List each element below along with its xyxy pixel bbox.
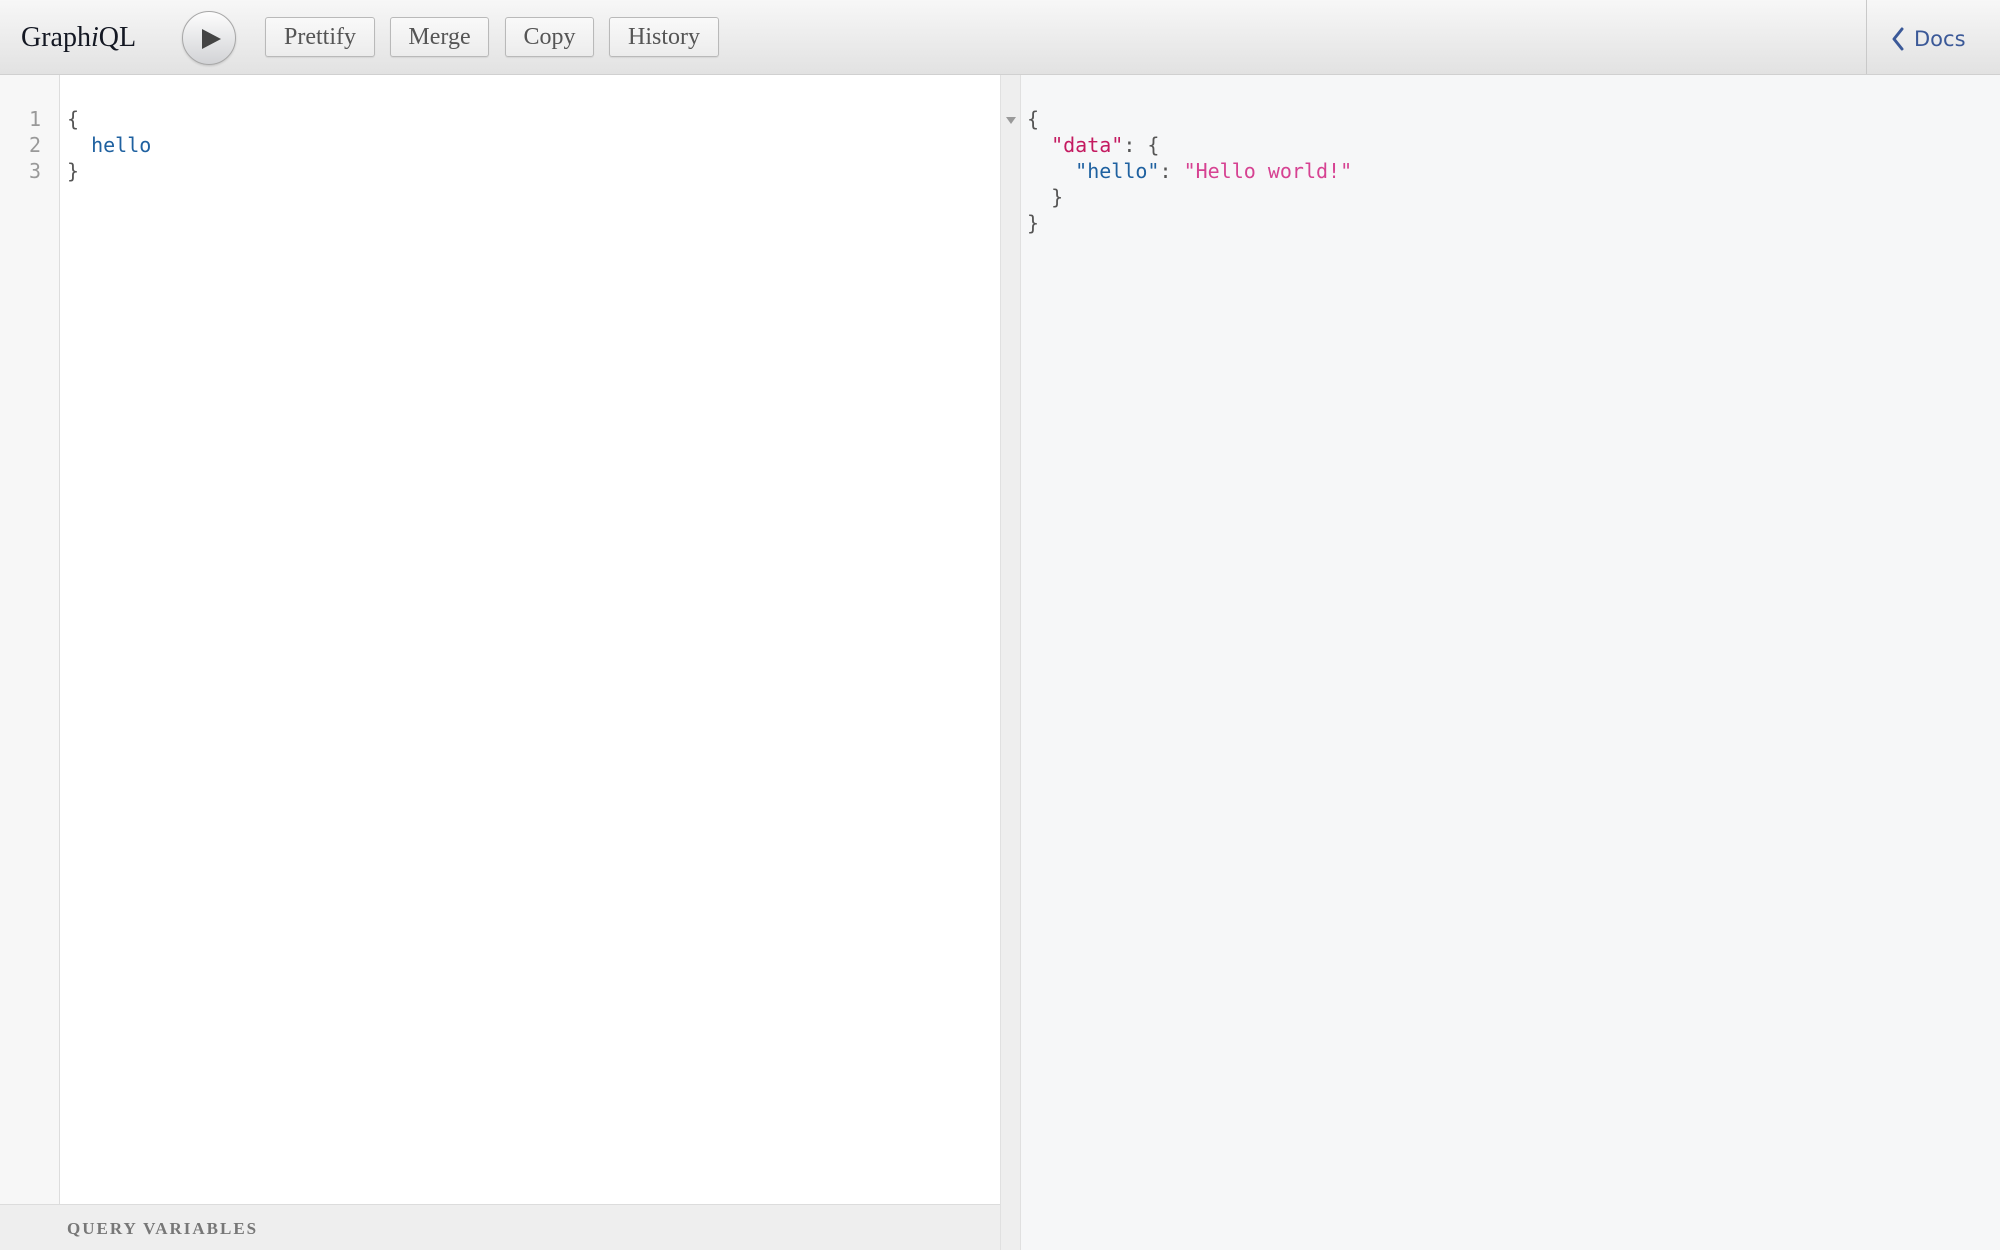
code-line[interactable]: hello xyxy=(67,132,151,158)
result-key-data: "data" xyxy=(1051,133,1124,157)
query-field-hello[interactable]: hello xyxy=(67,133,151,157)
query-variables-title: Query Variables xyxy=(67,1219,259,1238)
app-title: GraphiQL xyxy=(21,20,136,56)
result-punct: : xyxy=(1159,159,1184,183)
copy-button[interactable]: Copy xyxy=(505,17,594,57)
line-number: 2 xyxy=(28,133,41,157)
result-line: "hello": "Hello world!" xyxy=(1027,158,1352,184)
code-line[interactable]: { xyxy=(67,106,79,132)
result-value-hello: "Hello world!" xyxy=(1183,159,1353,183)
code-line[interactable]: } xyxy=(67,158,79,184)
result-line: { xyxy=(1027,107,1040,131)
query-editor[interactable]: 1 2 3 { hello } xyxy=(0,75,1000,1204)
line-number-gutter: 1 2 3 xyxy=(0,75,60,1204)
merge-button[interactable]: Merge xyxy=(390,17,489,57)
play-icon xyxy=(202,29,221,49)
result-key-hello: "hello" xyxy=(1075,159,1160,183)
query-variables-toggle[interactable]: Query Variables xyxy=(0,1204,1000,1250)
execute-query-button[interactable] xyxy=(182,11,236,65)
line-number: 3 xyxy=(28,159,41,183)
fold-arrow-icon[interactable] xyxy=(1006,117,1016,124)
result-punct: : { xyxy=(1123,133,1160,157)
line-number: 1 xyxy=(28,107,41,131)
result-line: "data": { xyxy=(1027,132,1159,158)
result-gutter xyxy=(1000,75,1021,1250)
result-line: } xyxy=(1027,211,1040,235)
chevron-left-icon xyxy=(1892,27,1904,51)
app-title-italic: i xyxy=(90,22,99,53)
history-button[interactable]: History xyxy=(609,17,719,57)
result-line: } xyxy=(1027,185,1064,209)
docs-area: Docs xyxy=(1866,0,2000,74)
docs-button[interactable]: Docs xyxy=(1891,22,1966,56)
toolbar: GraphiQL Prettify Merge Copy History Doc… xyxy=(0,0,2000,75)
result-viewer: { "data": { "hello": "Hello world!" } } xyxy=(1021,75,2000,1250)
app-title-prefix: Graph xyxy=(21,22,91,53)
app-title-suffix: QL xyxy=(98,22,137,53)
prettify-button[interactable]: Prettify xyxy=(265,17,375,57)
docs-label: Docs xyxy=(1914,27,1966,51)
